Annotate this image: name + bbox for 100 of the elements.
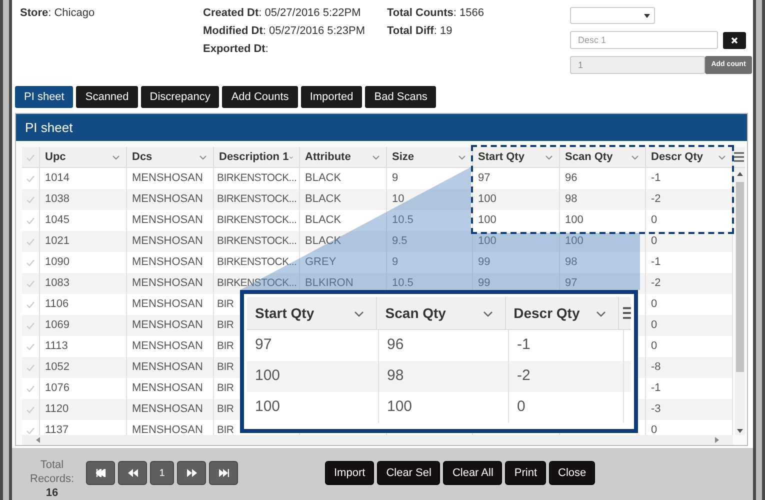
last-page-button[interactable]: [209, 461, 238, 485]
check-icon[interactable]: [26, 196, 35, 204]
table-cell-text: 9: [392, 255, 398, 270]
table-cell-text: 97: [478, 171, 490, 186]
menu-icon[interactable]: [734, 152, 744, 162]
table-cell-text: BIR: [217, 338, 234, 354]
table-cell-text: BLACK: [305, 171, 342, 186]
check-icon[interactable]: [26, 300, 35, 308]
table-cell-text: 1076: [45, 381, 70, 396]
chevron-down-icon[interactable]: [458, 155, 466, 160]
chevron-down-icon[interactable]: [596, 310, 606, 316]
page-number-button[interactable]: 1: [150, 461, 174, 485]
info-text: Modified Dt: 05/27/2016 5:23PM: [203, 24, 366, 38]
table-cell-text: 98: [387, 366, 404, 386]
check-icon[interactable]: [26, 384, 35, 392]
column-header[interactable]: Scan Qty: [565, 149, 613, 166]
scroll-right-icon[interactable]: [715, 437, 719, 443]
chevron-down-icon[interactable]: [199, 155, 207, 160]
column-header[interactable]: Upc: [45, 149, 66, 166]
scrollbar-thumb[interactable]: [736, 182, 744, 372]
table-cell-text: 1137: [45, 423, 69, 435]
column-header[interactable]: Attribute: [305, 149, 351, 166]
check-icon[interactable]: [26, 426, 35, 434]
table-cell-text: -1: [651, 381, 661, 396]
table-cell-text: BIR: [217, 402, 234, 417]
info-text: Total Counts: 1566: [387, 6, 485, 20]
check-icon[interactable]: [26, 174, 35, 182]
column-header[interactable]: Dcs: [132, 149, 152, 166]
table-cell-text: 9.5: [392, 234, 408, 250]
table-cell-text: 1045: [45, 213, 70, 228]
table-cell-text: 100: [478, 234, 496, 250]
table-cell-text: 0: [651, 213, 658, 228]
scroll-up-icon[interactable]: [737, 172, 743, 176]
column-header[interactable]: Size: [392, 149, 414, 166]
table-cell-text: -2: [517, 366, 530, 386]
footer-button[interactable]: Import: [325, 461, 374, 485]
check-icon[interactable]: [26, 406, 35, 414]
footer-button[interactable]: Clear All: [443, 461, 502, 485]
check-icon[interactable]: [26, 258, 35, 266]
table-cell-text: 1014: [45, 171, 70, 186]
tab[interactable]: PI sheet: [15, 86, 74, 108]
table-cell-text: MENSHOSAN: [132, 360, 203, 376]
chevron-down-icon[interactable]: [112, 155, 120, 160]
table-cell-text: 100: [255, 366, 280, 386]
footer-button[interactable]: Print: [505, 461, 546, 485]
next-page-button[interactable]: [177, 461, 206, 485]
info-text: Total Diff: 19: [387, 24, 454, 38]
column-header[interactable]: Start Qty: [478, 149, 524, 166]
column-header[interactable]: Descr Qty: [514, 303, 580, 324]
column-header[interactable]: Descr Qty: [651, 149, 703, 166]
tab[interactable]: Add Counts: [222, 86, 298, 108]
info-text: Created Dt: 05/27/2016 5:22PM: [203, 6, 362, 20]
tab[interactable]: Imported: [300, 86, 362, 108]
scroll-down-icon[interactable]: [737, 429, 743, 433]
table-cell-text: 10.5: [392, 213, 414, 228]
desc-input-field[interactable]: Desc 1: [570, 31, 718, 49]
check-icon[interactable]: [26, 342, 35, 350]
check-icon[interactable]: [26, 216, 35, 224]
table-cell-text: MENSHOSAN: [132, 423, 203, 435]
scroll-left-icon[interactable]: [36, 437, 40, 443]
check-icon[interactable]: [26, 154, 35, 162]
tab[interactable]: Bad Scans: [365, 86, 436, 108]
previous-page-button[interactable]: [118, 461, 147, 485]
column-header[interactable]: Scan Qty: [385, 303, 446, 324]
close-icon: [731, 36, 738, 44]
table-cell-text: 100: [255, 397, 280, 418]
tab[interactable]: Discrepancy: [140, 86, 220, 108]
table-cell-text: 10.5: [392, 276, 414, 292]
table-cell-text: MENSHOSAN: [132, 171, 203, 186]
menu-icon[interactable]: [623, 307, 632, 319]
chevron-down-icon[interactable]: [545, 155, 553, 160]
first-page-button[interactable]: [86, 461, 115, 485]
tab[interactable]: Scanned: [76, 86, 138, 108]
table-cell-text: BIRKENSTOCK...: [217, 254, 297, 270]
column-header[interactable]: Start Qty: [255, 303, 314, 324]
table-cell-text: BLACK: [305, 234, 342, 250]
table-cell-text: BIRKENSTOCK...: [217, 192, 297, 207]
table-cell-text: BIRKENSTOCK...: [217, 276, 297, 291]
chevron-down-icon[interactable]: [372, 155, 380, 160]
table-cell-text: MENSHOSAN: [132, 297, 203, 312]
footer-button[interactable]: Close: [549, 461, 596, 485]
dropdown[interactable]: [570, 7, 655, 24]
check-icon[interactable]: [26, 238, 35, 246]
footer-button[interactable]: Clear Sel: [377, 461, 440, 485]
close-button[interactable]: [723, 32, 746, 48]
table-cell-text: MENSHOSAN: [132, 402, 203, 418]
table-cell-text: 1038: [45, 192, 70, 208]
chevron-down-icon[interactable]: [482, 310, 493, 316]
check-icon[interactable]: [26, 364, 35, 372]
column-header[interactable]: Description 1: [219, 149, 289, 166]
chevron-down-icon[interactable]: [631, 155, 639, 160]
check-icon[interactable]: [26, 322, 35, 330]
chevron-down-icon[interactable]: [354, 310, 364, 316]
table-cell-text: 0: [651, 234, 658, 250]
table-cell-text: BLACK: [305, 192, 342, 208]
table-cell-text: 1113: [45, 339, 68, 354]
chevron-down-icon[interactable]: [288, 155, 293, 160]
chevron-down-icon[interactable]: [718, 155, 726, 160]
table-cell-text: BIRKENSTOCK...: [217, 212, 297, 228]
check-icon[interactable]: [26, 280, 35, 288]
